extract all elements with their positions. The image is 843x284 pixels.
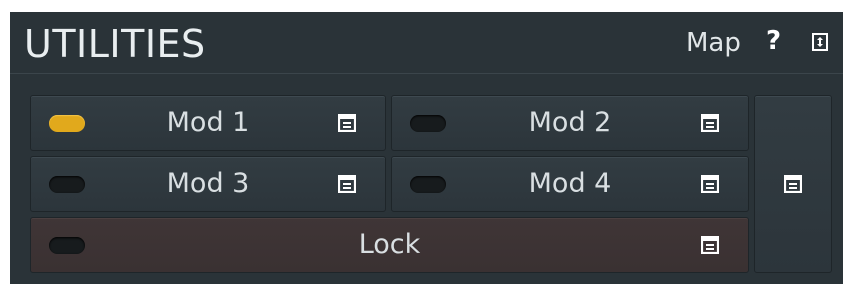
menu-icon[interactable] [337,113,357,133]
mod-1-button[interactable]: Mod 1 [30,95,386,151]
help-button[interactable]: ? [766,26,781,56]
mod-3-label: Mod 3 [166,167,250,199]
mod-4-led [410,176,446,193]
menu-icon[interactable] [337,174,357,194]
collapse-icon[interactable] [812,33,828,51]
map-button[interactable]: Map [686,28,741,58]
mod-2-led [410,115,446,132]
lock-label: Lock [358,228,421,260]
mod-3-led [49,176,85,193]
side-menu-button[interactable] [754,95,832,273]
menu-icon[interactable] [700,113,720,133]
mod-1-led [49,115,85,132]
mod-2-label: Mod 2 [528,106,612,138]
mod-2-button[interactable]: Mod 2 [391,95,749,151]
lock-button[interactable]: Lock [30,217,749,273]
panel-header: UTILITIES Map ? [10,12,843,74]
mod-3-button[interactable]: Mod 3 [30,156,386,212]
mod-4-button[interactable]: Mod 4 [391,156,749,212]
mod-1-label: Mod 1 [166,106,250,138]
panel-title: UTILITIES [24,22,206,66]
utilities-panel: UTILITIES Map ? Mod 1 Mod 2 Mod 3 Mod 4 … [10,12,843,284]
menu-icon[interactable] [700,174,720,194]
lock-led [49,237,85,254]
menu-icon[interactable] [700,235,720,255]
menu-icon[interactable] [783,174,803,194]
mod-4-label: Mod 4 [528,167,612,199]
